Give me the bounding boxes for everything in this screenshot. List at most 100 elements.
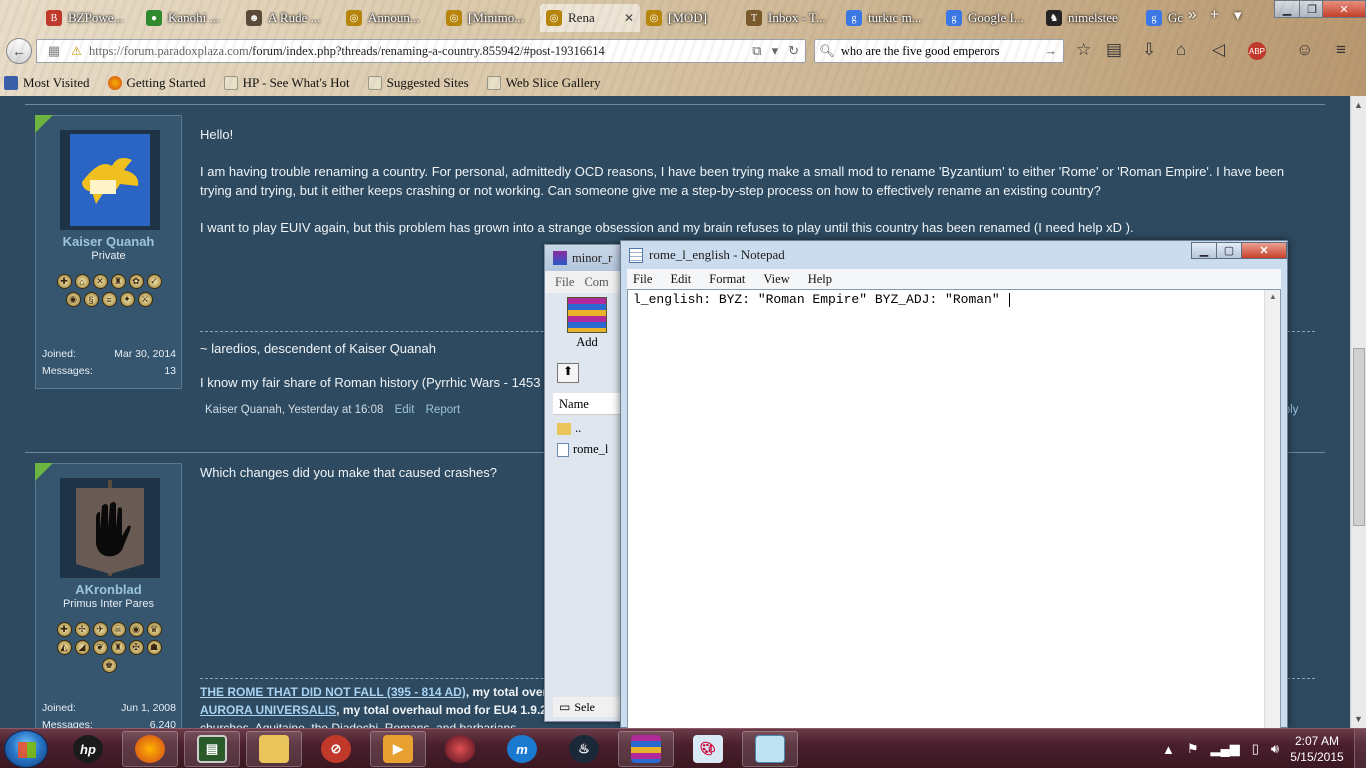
downloads-icon[interactable]: ⇩	[1142, 40, 1156, 60]
winrar-row-file[interactable]: rome_l	[557, 442, 608, 457]
window-minimize-button[interactable]: ▁	[1274, 0, 1300, 18]
trophy-icon[interactable]: ✦	[119, 292, 135, 307]
notepad-menu-edit[interactable]: Edit	[670, 272, 691, 287]
bookmark-suggested-sites[interactable]: Suggested Sites	[367, 75, 469, 91]
browser-tab[interactable]: g Google I...	[940, 4, 1040, 32]
browser-tab[interactable]: ● Kanohi ...	[140, 4, 240, 32]
tray-expand-icon[interactable]: ▲	[1162, 742, 1175, 757]
reader-view-icon[interactable]: ⧉	[752, 43, 761, 59]
trophy-icon[interactable]: ✓	[146, 274, 162, 289]
notepad-window[interactable]: rome_l_english - Notepad ▁ ▢ ✕ File Edit…	[620, 240, 1288, 729]
clock[interactable]: 2:07 AM 5/15/2015	[1286, 733, 1348, 765]
back-button[interactable]: ←	[6, 38, 32, 64]
trophy-icon[interactable]: ✕	[92, 274, 108, 289]
menu-hamburger-icon[interactable]: ≡	[1336, 40, 1346, 60]
avatar[interactable]	[60, 478, 160, 578]
trophy-icon[interactable]: ◉	[65, 292, 81, 307]
send-icon[interactable]: ◁	[1212, 40, 1225, 60]
notepad-scrollbar[interactable]: ▲	[1264, 290, 1280, 728]
search-go-icon[interactable]: →	[1045, 44, 1064, 59]
scroll-up-icon[interactable]: ▲	[1354, 100, 1363, 110]
trophy-icon[interactable]: ✈	[92, 622, 108, 637]
taskbar-steam[interactable]: ♨	[556, 731, 612, 767]
taskbar-paint[interactable]: 🎨︎	[680, 731, 736, 767]
notepad-menu-file[interactable]: File	[633, 272, 652, 287]
username[interactable]: Kaiser Quanah	[36, 234, 181, 249]
trophy-icon[interactable]: ❦	[92, 640, 108, 655]
trophy-icon[interactable]: ♛	[146, 622, 162, 637]
bookmark-most-visited[interactable]: Most Visited	[4, 75, 90, 91]
winrar-menu-commands[interactable]: Com	[584, 275, 608, 290]
smiley-icon[interactable]: ☺	[1296, 40, 1313, 60]
signature-link-rome[interactable]: THE ROME THAT DID NOT FALL (395 - 814 AD…	[200, 685, 466, 699]
trophy-icon[interactable]: ◭	[56, 640, 72, 655]
taskbar-task-manager[interactable]: ▤	[184, 731, 240, 767]
browser-tab[interactable]: ☻ A Rude ...	[240, 4, 340, 32]
browser-tab[interactable]: ◎ [Minimo...	[440, 4, 540, 32]
bookmark-getting-started[interactable]: Getting Started	[107, 75, 206, 91]
notepad-minimize-button[interactable]: ▁	[1191, 242, 1217, 259]
username[interactable]: AKronblad	[36, 582, 181, 597]
dropdown-icon[interactable]: ▾	[772, 43, 779, 59]
browser-tab[interactable]: ◎ [MOD]	[640, 4, 740, 32]
flag-icon[interactable]: ⚑	[1187, 741, 1199, 757]
adblock-icon[interactable]: ABP	[1248, 42, 1266, 60]
tab-list-chevron-icon[interactable]: ▾	[1234, 6, 1242, 24]
notepad-content[interactable]: l_english: BYZ: "Roman Empire" BYZ_ADJ: …	[633, 292, 1007, 307]
notepad-menu-help[interactable]: Help	[808, 272, 832, 287]
browser-tab[interactable]: g turkic m...	[840, 4, 940, 32]
edit-link[interactable]: Edit	[395, 404, 415, 416]
taskbar-hp[interactable]: hp	[60, 731, 116, 767]
bookmark-hp-whats-hot[interactable]: HP - See What's Hot	[223, 75, 350, 91]
browser-tab[interactable]: B BZPowe...	[40, 4, 140, 32]
start-button[interactable]	[4, 730, 48, 768]
tab-scroll-right-icon[interactable]: »	[1188, 6, 1196, 23]
winrar-menu-file[interactable]: File	[555, 275, 574, 290]
signature-link-aurora[interactable]: AURORA UNIVERSALIS	[200, 703, 336, 717]
notepad-title-bar[interactable]: rome_l_english - Notepad	[621, 241, 1287, 269]
tab-close-icon[interactable]: ✕	[624, 11, 634, 26]
show-desktop-button[interactable]	[1354, 729, 1366, 768]
notepad-text-area[interactable]: l_english: BYZ: "Roman Empire" BYZ_ADJ: …	[627, 289, 1281, 729]
scroll-up-icon[interactable]: ▲	[1269, 292, 1277, 301]
search-input[interactable]: who are the five good emperors	[841, 44, 1000, 59]
trophy-icon[interactable]: ☠	[110, 622, 126, 637]
notepad-maximize-button[interactable]: ▢	[1216, 242, 1242, 259]
trophy-icon[interactable]: ≡	[101, 292, 117, 307]
trophy-icon[interactable]: ⌂	[74, 274, 90, 289]
signal-icon[interactable]: ▂▄▆	[1211, 741, 1240, 757]
trophy-icon[interactable]: ✚	[56, 274, 72, 289]
trophy-icon[interactable]: ♜	[110, 640, 126, 655]
scrollbar-thumb[interactable]	[1353, 348, 1365, 526]
trophy-icon[interactable]: ✠	[128, 640, 144, 655]
taskbar-blocked-app[interactable]: ⊘	[308, 731, 364, 767]
browser-tab[interactable]: ◎ Announ...	[340, 4, 440, 32]
browser-tab[interactable]: g Gc	[1140, 4, 1188, 32]
battery-icon[interactable]: ▯	[1252, 741, 1259, 757]
taskbar-explorer[interactable]	[246, 731, 302, 767]
trophy-icon[interactable]: ◉	[128, 622, 144, 637]
trophy-icon[interactable]: ☗	[146, 640, 162, 655]
notepad-close-button[interactable]: ✕	[1241, 242, 1287, 259]
page-scrollbar[interactable]: ▲ ▼	[1350, 96, 1366, 728]
trophy-icon[interactable]: ✚	[56, 622, 72, 637]
taskbar-notepad[interactable]	[742, 731, 798, 767]
trophy-icon[interactable]: ⚔	[137, 292, 153, 307]
bookmarks-list-icon[interactable]: ▤	[1106, 40, 1122, 60]
winrar-up-folder-button[interactable]: ⬆	[557, 363, 579, 383]
trophy-icon[interactable]: ♜	[110, 274, 126, 289]
trophy-icon[interactable]: ◢	[74, 640, 90, 655]
notepad-menu-format[interactable]: Format	[709, 272, 745, 287]
volume-icon[interactable]: 🔊︎	[1271, 741, 1279, 757]
winrar-add-button[interactable]: Add	[555, 297, 619, 353]
winrar-row-parent[interactable]: ..	[557, 421, 581, 436]
bookmark-star-icon[interactable]: ☆	[1076, 40, 1091, 60]
trophy-icon[interactable]: §	[83, 292, 99, 307]
window-close-button[interactable]: ✕	[1322, 0, 1366, 18]
taskbar-game[interactable]	[432, 731, 488, 767]
search-bar[interactable]: 🔍︎ who are the five good emperors →	[814, 39, 1064, 63]
browser-tab[interactable]: T Inbox - T...	[740, 4, 840, 32]
report-link[interactable]: Report	[426, 404, 461, 416]
scroll-down-icon[interactable]: ▼	[1354, 714, 1363, 724]
bookmark-web-slice-gallery[interactable]: Web Slice Gallery	[486, 75, 601, 91]
